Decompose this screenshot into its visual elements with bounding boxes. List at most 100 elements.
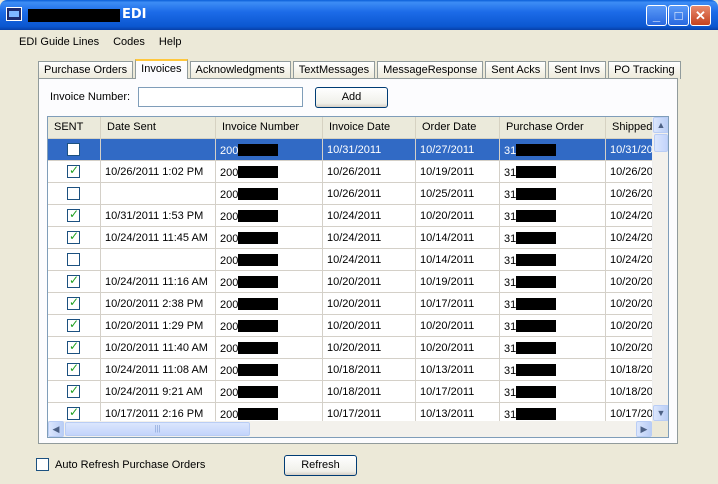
- invoice-date-cell[interactable]: 10/24/2011: [323, 249, 416, 271]
- sent-cell[interactable]: [48, 205, 101, 227]
- order-date-cell[interactable]: 10/17/2011: [416, 381, 500, 403]
- invoice-number-cell[interactable]: 200: [216, 227, 323, 249]
- tab-invoices[interactable]: Invoices: [135, 59, 188, 79]
- tab-acknowledgments[interactable]: Acknowledgments: [189, 61, 291, 79]
- scroll-left-arrow-icon[interactable]: ◀: [48, 421, 64, 437]
- table-row[interactable]: 10/20/2011 11:40 AM 200 10/20/2011 10/20/20…: [48, 337, 666, 359]
- invoice-date-cell[interactable]: 10/18/2011: [323, 359, 416, 381]
- sent-cell[interactable]: [48, 315, 101, 337]
- tab-purchase-orders[interactable]: Purchase Orders: [38, 61, 134, 79]
- date-sent-cell[interactable]: 10/20/2011 11:40 AM: [101, 337, 216, 359]
- date-sent-cell[interactable]: 10/20/2011 2:38 PM: [101, 293, 216, 315]
- invoice-date-cell[interactable]: 10/20/2011: [323, 293, 416, 315]
- table-row[interactable]: 200 10/26/2011 10/25/2011 31 10/26/20: [48, 183, 666, 205]
- invoice-date-cell[interactable]: 10/24/2011: [323, 205, 416, 227]
- sent-cell[interactable]: [48, 337, 101, 359]
- sent-cell[interactable]: [48, 139, 101, 161]
- sent-checkbox[interactable]: [67, 405, 80, 420]
- close-button[interactable]: ✕: [690, 5, 711, 26]
- purchase-order-cell[interactable]: 31: [500, 139, 606, 161]
- invoice-date-cell[interactable]: 10/20/2011: [323, 337, 416, 359]
- sent-checkbox[interactable]: [67, 143, 80, 156]
- table-row[interactable]: 200 10/31/2011 10/27/2011 31 10/31/20: [48, 139, 666, 161]
- column-header-order-date[interactable]: Order Date: [416, 117, 500, 139]
- purchase-order-cell[interactable]: 31: [500, 293, 606, 315]
- date-sent-cell[interactable]: [101, 183, 216, 205]
- invoice-number-cell[interactable]: 200: [216, 381, 323, 403]
- tab-message-response[interactable]: MessageResponse: [377, 61, 484, 79]
- invoice-date-cell[interactable]: 10/26/2011: [323, 183, 416, 205]
- date-sent-cell[interactable]: 10/24/2011 11:16 AM: [101, 271, 216, 293]
- sent-checkbox[interactable]: [67, 383, 80, 398]
- purchase-order-cell[interactable]: 31: [500, 227, 606, 249]
- scroll-right-arrow-icon[interactable]: ▶: [636, 421, 652, 437]
- date-sent-cell[interactable]: [101, 249, 216, 271]
- app-icon[interactable]: [6, 7, 22, 21]
- order-date-cell[interactable]: 10/20/2011: [416, 337, 500, 359]
- menu-codes[interactable]: Codes: [106, 31, 152, 53]
- invoice-date-cell[interactable]: 10/20/2011: [323, 315, 416, 337]
- purchase-order-cell[interactable]: 31: [500, 315, 606, 337]
- menu-help[interactable]: Help: [152, 31, 189, 53]
- horizontal-scrollbar[interactable]: ◀ ||| ▶: [48, 421, 668, 437]
- sent-cell[interactable]: [48, 161, 101, 183]
- table-row[interactable]: 10/26/2011 1:02 PM 200 10/26/2011 10/19/201…: [48, 161, 666, 183]
- sent-cell[interactable]: [48, 271, 101, 293]
- sent-checkbox[interactable]: [67, 361, 80, 376]
- refresh-button[interactable]: Refresh: [284, 455, 357, 476]
- scroll-down-arrow-icon[interactable]: ▼: [653, 405, 668, 421]
- sent-cell[interactable]: [48, 183, 101, 205]
- sent-checkbox[interactable]: [67, 207, 80, 222]
- date-sent-cell[interactable]: 10/31/2011 1:53 PM: [101, 205, 216, 227]
- invoice-number-cell[interactable]: 200: [216, 337, 323, 359]
- date-sent-cell[interactable]: 10/20/2011 1:29 PM: [101, 315, 216, 337]
- date-sent-cell[interactable]: 10/26/2011 1:02 PM: [101, 161, 216, 183]
- column-header-purchase-order[interactable]: Purchase Order: [500, 117, 606, 139]
- invoice-number-cell[interactable]: 200: [216, 271, 323, 293]
- table-row[interactable]: 10/24/2011 9:21 AM 200 10/18/2011 10/17/201…: [48, 381, 666, 403]
- table-row[interactable]: 10/24/2011 11:45 AM 200 10/24/2011 10/14/20…: [48, 227, 666, 249]
- invoice-date-cell[interactable]: 10/31/2011: [323, 139, 416, 161]
- date-sent-cell[interactable]: 10/24/2011 9:21 AM: [101, 381, 216, 403]
- sent-cell[interactable]: [48, 293, 101, 315]
- order-date-cell[interactable]: 10/19/2011: [416, 161, 500, 183]
- sent-checkbox[interactable]: [67, 295, 80, 310]
- invoice-number-cell[interactable]: 200: [216, 183, 323, 205]
- invoice-date-cell[interactable]: 10/26/2011: [323, 161, 416, 183]
- invoice-grid[interactable]: SENT Date Sent Invoice Number Invoice Da…: [47, 116, 669, 438]
- purchase-order-cell[interactable]: 31: [500, 161, 606, 183]
- purchase-order-cell[interactable]: 31: [500, 271, 606, 293]
- invoice-number-cell[interactable]: 200: [216, 249, 323, 271]
- sent-checkbox[interactable]: [67, 339, 80, 354]
- tab-sent-acks[interactable]: Sent Acks: [485, 61, 547, 79]
- horizontal-scroll-thumb[interactable]: |||: [65, 422, 250, 436]
- maximize-button[interactable]: □: [668, 5, 689, 26]
- table-row[interactable]: 10/20/2011 1:29 PM20010/20/201110/20/201…: [48, 315, 666, 337]
- auto-refresh-label[interactable]: Auto Refresh Purchase Orders: [55, 459, 205, 471]
- invoice-number-input[interactable]: [138, 87, 303, 107]
- table-row[interactable]: 10/20/2011 2:38 PM 200 10/20/2011 10/17/201…: [48, 293, 666, 315]
- sent-checkbox[interactable]: [67, 273, 80, 288]
- purchase-order-cell[interactable]: 31: [500, 359, 606, 381]
- table-row[interactable]: 200 10/24/2011 10/14/2011 31 10/24/20: [48, 249, 666, 271]
- sent-checkbox[interactable]: [67, 163, 80, 178]
- sent-cell[interactable]: [48, 249, 101, 271]
- sent-cell[interactable]: [48, 359, 101, 381]
- table-row[interactable]: 10/24/2011 11:16 AM 200 10/20/2011 10/19/20…: [48, 271, 666, 293]
- invoice-number-cell[interactable]: 200: [216, 205, 323, 227]
- sent-checkbox[interactable]: [67, 229, 80, 244]
- invoice-number-cell[interactable]: 200: [216, 293, 323, 315]
- auto-refresh-checkbox[interactable]: [36, 458, 49, 471]
- invoice-number-cell[interactable]: 200: [216, 139, 323, 161]
- purchase-order-cell[interactable]: 31: [500, 381, 606, 403]
- purchase-order-cell[interactable]: 31: [500, 183, 606, 205]
- purchase-order-cell[interactable]: 31: [500, 249, 606, 271]
- order-date-cell[interactable]: 10/14/2011: [416, 227, 500, 249]
- column-header-invoice-date[interactable]: Invoice Date: [323, 117, 416, 139]
- invoice-number-cell[interactable]: 200: [216, 359, 323, 381]
- sent-cell[interactable]: [48, 381, 101, 403]
- date-sent-cell[interactable]: 10/24/2011 11:08 AM: [101, 359, 216, 381]
- vertical-scroll-thumb[interactable]: [654, 134, 668, 152]
- invoice-date-cell[interactable]: 10/18/2011: [323, 381, 416, 403]
- invoice-date-cell[interactable]: 10/24/2011: [323, 227, 416, 249]
